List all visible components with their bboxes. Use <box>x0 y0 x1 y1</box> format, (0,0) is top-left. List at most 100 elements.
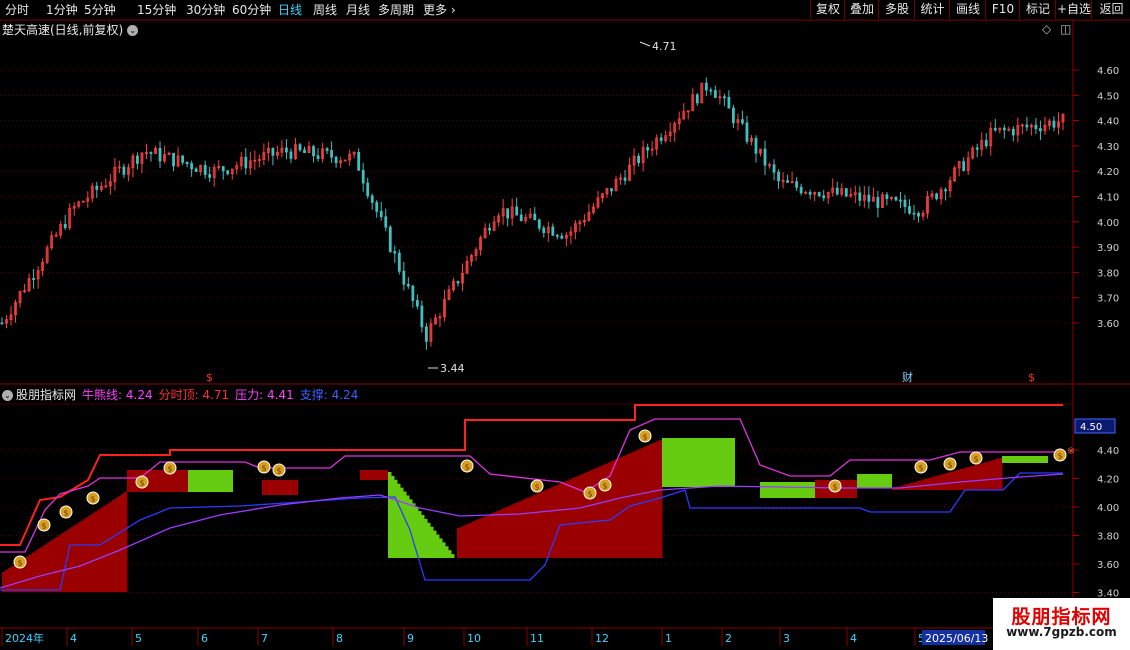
fill-step <box>966 467 970 490</box>
candle-body <box>722 96 726 99</box>
fill-step <box>478 518 482 558</box>
candle-body <box>185 161 189 165</box>
fill-step <box>100 507 104 592</box>
chart-canvas[interactable]: 4.60 4.50 4.40 4.30 4.20 4.10 4.00 3.90 3.80 3.70… <box>0 0 1130 650</box>
coin-dollar-glyph: $ <box>918 464 923 473</box>
indicator-y-tick-label: 4.20 <box>1097 475 1119 486</box>
fill-step <box>541 491 545 558</box>
fill-step <box>514 503 518 558</box>
event-marker: 财 <box>902 370 913 384</box>
high-marker-label: 4.71 <box>652 40 677 53</box>
high-marker-line <box>639 41 651 47</box>
candle-body <box>456 280 460 284</box>
coin-dollar-glyph: $ <box>1057 452 1062 461</box>
candle-body <box>330 150 333 158</box>
fill-step <box>658 440 663 558</box>
fill-step <box>85 517 89 592</box>
fill-step <box>388 472 392 558</box>
candle-body <box>515 206 519 216</box>
fill-step <box>67 529 71 592</box>
candle-body <box>388 226 392 252</box>
signal-star-icon: ※ <box>1067 446 1075 457</box>
fill-step <box>82 519 86 592</box>
candle-body <box>745 122 749 142</box>
y-tick-label: 4.50 <box>1097 91 1119 102</box>
fill-step <box>589 470 594 558</box>
fill-step <box>978 463 982 490</box>
fill-step <box>948 472 952 490</box>
fill-step <box>112 499 116 592</box>
candle-body <box>303 149 306 154</box>
coin-dollar-glyph: $ <box>276 467 281 476</box>
candle-body <box>777 171 780 182</box>
fill-step <box>942 473 947 490</box>
candle-body <box>903 199 907 208</box>
candle-body <box>899 199 902 202</box>
candle-body <box>122 166 126 175</box>
candle-body <box>1002 127 1006 131</box>
fill-step <box>490 513 494 558</box>
candle-body <box>244 156 248 169</box>
fill-step <box>993 459 997 490</box>
cursor-date-label: 2025/06/13 <box>925 632 988 645</box>
fill-step <box>463 525 467 558</box>
fill-step <box>52 538 57 592</box>
x-axis-label: 7 <box>261 632 268 645</box>
fill-step <box>616 458 621 558</box>
candle-body <box>393 251 397 254</box>
y-tick-label: 3.90 <box>1097 243 1119 254</box>
candle-body <box>190 163 194 170</box>
indicator-y-tick-label: 3.80 <box>1097 532 1119 543</box>
fill-step <box>397 483 401 558</box>
candle-body <box>555 234 559 237</box>
candle-body <box>537 219 541 229</box>
x-axis-label: 3 <box>783 632 790 645</box>
candle-body <box>285 147 288 153</box>
candle-body <box>917 212 920 217</box>
watermark-url: www.7gpzb.com <box>1006 625 1117 639</box>
x-axis-label: 12 <box>595 632 609 645</box>
x-axis-label: 4 <box>70 632 77 645</box>
fill-step <box>972 465 976 490</box>
candle-body <box>488 227 492 231</box>
candle-body <box>912 212 916 215</box>
fill-step <box>2 572 6 592</box>
fill-step <box>457 528 461 558</box>
fill-step <box>655 441 660 558</box>
coin-dollar-glyph: $ <box>832 483 837 492</box>
candle-body <box>822 195 826 199</box>
fill-step <box>484 516 488 558</box>
event-marker: $ <box>1028 371 1035 384</box>
indicator-y-tick-label: 4.00 <box>1097 503 1119 514</box>
candle-body <box>1034 124 1038 129</box>
fill-step <box>442 542 446 558</box>
fill-step <box>963 468 967 490</box>
event-marker: $ <box>206 371 213 384</box>
fill-step <box>7 568 12 592</box>
fill-step <box>610 461 615 558</box>
fill-step <box>939 474 944 490</box>
fill-step <box>118 495 122 592</box>
fill-step <box>538 492 542 558</box>
x-axis-label: 1 <box>665 632 672 645</box>
candle-body <box>271 147 275 156</box>
fill-step <box>73 525 77 592</box>
fill-step <box>403 491 407 558</box>
fill-step <box>577 475 582 558</box>
fill-step <box>46 542 51 592</box>
candle-body <box>194 168 198 172</box>
fill-step <box>115 497 119 592</box>
fill-step <box>55 536 60 592</box>
coin-dollar-glyph: $ <box>973 455 978 464</box>
candle-body <box>63 223 67 229</box>
fill-step <box>91 513 95 592</box>
candle-body <box>709 89 713 92</box>
fill-step <box>34 550 39 592</box>
fill-step <box>562 482 567 558</box>
fill-step <box>97 509 101 592</box>
candle-body <box>754 138 758 154</box>
candle-body <box>533 213 537 221</box>
candle-body <box>384 216 388 228</box>
x-axis-label: 11 <box>530 632 544 645</box>
current-value-label: 4.50 <box>1080 422 1102 433</box>
